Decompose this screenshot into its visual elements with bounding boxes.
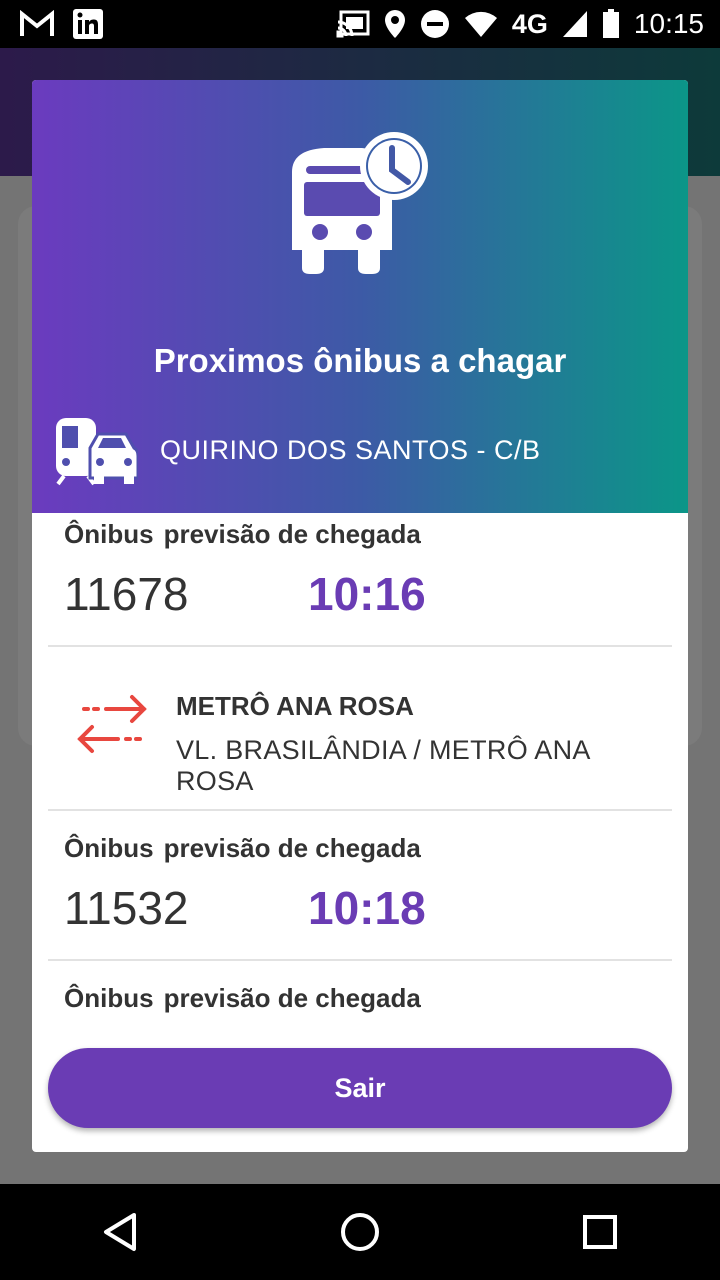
arrivals-list[interactable]: Ônibus previsão de chegada 11678 10:16 ME…	[48, 513, 672, 1035]
signal-icon	[562, 10, 588, 38]
bus-label: Ônibus	[64, 983, 154, 1013]
recents-icon	[583, 1215, 617, 1249]
arrival-item: Ônibus previsão de chegada 11678 10:16	[48, 513, 672, 647]
route-name: METRÔ ANA ROSA	[176, 691, 414, 721]
arrival-time: 10:16	[308, 568, 426, 620]
arrival-header: Ônibus previsão de chegada	[64, 519, 431, 550]
bus-clock-icon	[292, 132, 428, 274]
clock: 10:15	[633, 8, 704, 39]
location-icon	[384, 9, 406, 39]
metro-car-icon	[56, 418, 138, 486]
forecast-label: previsão de chegada	[163, 833, 421, 863]
dialog-title: Proximos ônibus a chagar	[153, 342, 567, 379]
stop-info: QUIRINO DOS SANTOS - C/B	[54, 414, 541, 486]
linkedin-icon	[72, 8, 104, 40]
dialog-header: Proximos ônibus a chagar QUIRINO DOS SAN…	[32, 80, 688, 513]
network-type: 4G	[511, 8, 548, 39]
recents-button[interactable]	[540, 1184, 660, 1280]
arrival-time: 10:18	[308, 882, 426, 934]
exit-button[interactable]: Sair	[48, 1048, 672, 1128]
arrivals-dialog: Proximos ônibus a chagar QUIRINO DOS SAN…	[32, 80, 688, 1152]
navigation-bar	[0, 1184, 720, 1280]
bus-number: 11532	[64, 882, 189, 934]
arrival-header: Ônibus previsão de chegada	[64, 983, 431, 1014]
arrival-item: Ônibus previsão de chegada	[48, 961, 672, 1035]
back-button[interactable]	[60, 1184, 180, 1280]
route-description: VL. BRASILÂNDIA / METRÔ ANA ROSA	[176, 735, 590, 796]
status-bar: 4G 10:15	[0, 0, 720, 48]
arrival-header: Ônibus previsão de chegada	[64, 833, 431, 864]
stop-name: QUIRINO DOS SANTOS - C/B	[160, 434, 541, 465]
dnd-icon	[420, 9, 450, 39]
swap-arrows-icon	[77, 695, 147, 753]
home-icon	[341, 1213, 379, 1251]
forecast-label: previsão de chegada	[163, 983, 421, 1013]
wifi-icon	[464, 10, 498, 38]
back-icon	[104, 1213, 136, 1251]
forecast-label: previsão de chegada	[163, 519, 421, 549]
cast-icon	[336, 10, 370, 38]
bus-label: Ônibus	[64, 519, 154, 549]
home-button[interactable]	[300, 1184, 420, 1280]
route-item[interactable]: METRÔ ANA ROSA VL. BRASILÂNDIA / METRÔ A…	[48, 647, 672, 811]
arrival-item: Ônibus previsão de chegada 11532 10:18	[48, 811, 672, 961]
bus-label: Ônibus	[64, 833, 154, 863]
bus-number: 11678	[64, 568, 189, 620]
battery-icon	[602, 9, 620, 39]
gmail-icon	[20, 10, 54, 38]
